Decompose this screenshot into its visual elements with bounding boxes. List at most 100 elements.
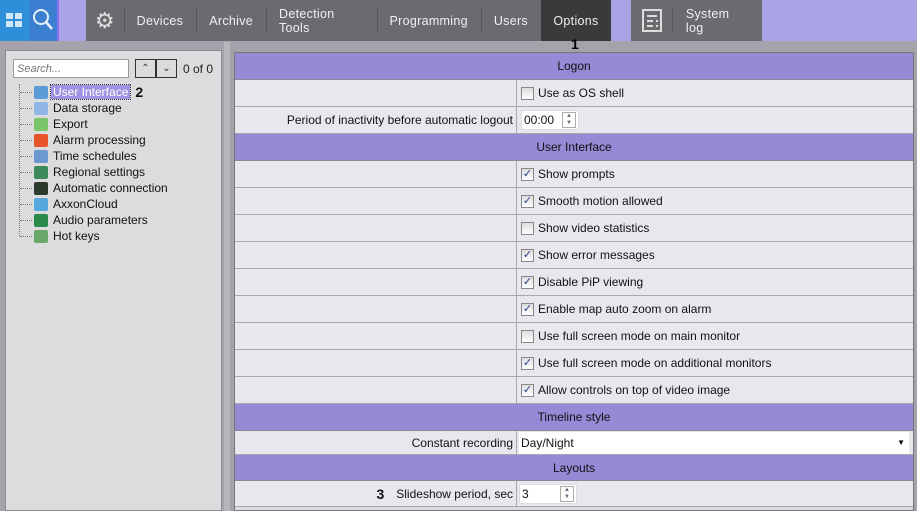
checkbox-box[interactable]: ✓ — [521, 302, 534, 316]
setting-row: ✓ Show error messages — [235, 242, 913, 269]
search-tile-button[interactable] — [29, 0, 57, 41]
checkbox-label: Use as OS shell — [538, 86, 625, 100]
setting-row: Constant recording Day/Night ▼ — [235, 431, 913, 455]
speaker-icon — [34, 213, 48, 227]
sidebar-item-label: Alarm processing — [53, 133, 146, 147]
settings-grid: Logon Use as OS shell Period of inactivi… — [234, 52, 914, 511]
checkbox-box[interactable] — [521, 329, 534, 343]
log-document-icon — [642, 9, 662, 32]
sidebar-item-alarm-processing[interactable]: Alarm processing — [20, 132, 170, 148]
setting-row: ✓ Disable PiP viewing — [235, 269, 913, 296]
checkbox-box[interactable]: ✓ — [521, 356, 534, 370]
sidebar-item-label: Automatic connection — [53, 181, 168, 195]
sidebar-item-audio-parameters[interactable]: Audio parameters — [20, 212, 170, 228]
sidebar-item-automatic-connection[interactable]: Automatic connection — [20, 180, 170, 196]
tab-programming[interactable]: Programming — [376, 0, 481, 41]
option-checkbox[interactable]: ✓ Smooth motion allowed — [517, 188, 913, 214]
checkbox-box[interactable]: ✓ — [521, 248, 534, 262]
options-sidebar: ⌃ ⌄ 0 of 0 User Interface2Data storageEx… — [5, 50, 222, 511]
checkbox-box[interactable] — [521, 86, 534, 100]
system-log-button[interactable]: System log — [631, 0, 762, 41]
setting-row: ✓ Allow controls on top of video image — [235, 377, 913, 404]
sidebar-item-data-storage[interactable]: Data storage — [20, 100, 170, 116]
search-archive-icon — [33, 9, 53, 30]
setting-row: ✓ Enable map auto zoom on alarm — [235, 296, 913, 323]
sidebar-item-label: User Interface — [49, 84, 132, 100]
setting-row: Period of inactivity before automatic lo… — [235, 107, 913, 134]
selected-value: Day/Night — [521, 435, 574, 450]
search-prev-button[interactable]: ⌃ — [135, 59, 156, 78]
checkbox-box[interactable]: ✓ — [521, 275, 534, 289]
slideshow-period-spinner[interactable]: 3 ▲ ▼ — [519, 483, 577, 504]
checkbox-label: Smooth motion allowed — [538, 194, 663, 208]
clock-icon — [34, 149, 48, 163]
checkbox-label: Show error messages — [538, 248, 655, 262]
option-checkbox[interactable]: ✓ Show prompts — [517, 161, 913, 187]
sidebar-item-label: Export — [53, 117, 88, 131]
grid-icon — [6, 13, 22, 27]
tab-options[interactable]: Options — [541, 0, 611, 41]
checkbox-label: Enable map auto zoom on alarm — [538, 302, 712, 316]
sidebar-item-regional-settings[interactable]: Regional settings — [20, 164, 170, 180]
options-tree: User Interface 2 Data storage Export Alarm p… — [19, 84, 170, 243]
windows-tile-button[interactable] — [0, 0, 29, 41]
option-checkbox[interactable]: ✓ Disable PiP viewing — [517, 269, 913, 295]
panel-splitter[interactable] — [224, 42, 230, 511]
section-header-layouts: Layouts — [235, 455, 913, 481]
option-checkbox[interactable]: Show video statistics — [517, 215, 913, 241]
setting-row: ✓ Use full screen mode on additional moni… — [235, 350, 913, 377]
setting-row: Use as OS shell — [235, 80, 913, 107]
checkbox-label: Disable PiP viewing — [538, 275, 644, 289]
dropdown-arrow-icon[interactable]: ▼ — [897, 438, 909, 447]
spinner-arrows-icon[interactable]: ▲ ▼ — [562, 112, 576, 128]
slideshow-period-value[interactable]: 3 — [520, 487, 560, 501]
sidebar-item-label: Regional settings — [53, 165, 146, 179]
checkbox-label: Show prompts — [538, 167, 615, 181]
use-as-os-shell-checkbox[interactable]: Use as OS shell — [517, 80, 913, 106]
export-icon — [34, 117, 48, 131]
sidebar-item-label: Hot keys — [53, 229, 100, 243]
option-checkbox[interactable]: ✓ Show error messages — [517, 242, 913, 268]
keyboard-icon — [34, 229, 48, 243]
option-checkbox[interactable]: ✓ Use full screen mode on additional moni… — [517, 350, 913, 376]
globe-icon — [34, 165, 48, 179]
inactivity-value[interactable]: 00:00 — [522, 113, 562, 127]
checkbox-label: Use full screen mode on additional monit… — [538, 356, 772, 370]
checkbox-label: Allow controls on top of video image — [538, 383, 731, 397]
setting-row: ✓ Smooth motion allowed — [235, 188, 913, 215]
storage-icon — [34, 101, 48, 115]
callout-marker-1: 1 — [571, 36, 579, 52]
sidebar-item-time-schedules[interactable]: Time schedules — [20, 148, 170, 164]
checkbox-box[interactable]: ✓ — [521, 383, 534, 397]
option-checkbox[interactable]: Use full screen mode on main monitor — [517, 323, 913, 349]
checkbox-box[interactable]: ✓ — [521, 167, 534, 181]
checkbox-label: Show video statistics — [538, 221, 650, 235]
gear-icon[interactable]: ⚙ — [86, 0, 124, 41]
spinner-arrows-icon[interactable]: ▲ ▼ — [560, 485, 574, 502]
callout-marker-2: 2 — [135, 84, 144, 100]
tab-users[interactable]: Users — [480, 0, 541, 41]
setting-row: Use full screen mode on main monitor — [235, 323, 913, 350]
main-nav: ⚙ Devices Archive Detection Tools Progra… — [86, 0, 611, 41]
sidebar-item-user-interface[interactable]: User Interface 2 — [20, 84, 170, 100]
sidebar-item-axxoncloud[interactable]: AxxonCloud — [20, 196, 170, 212]
inactivity-period-spinner[interactable]: 00:00 ▲ ▼ — [521, 110, 579, 130]
tab-devices[interactable]: Devices — [123, 0, 197, 41]
sidebar-item-hot-keys[interactable]: Hot keys — [20, 228, 170, 244]
sidebar-item-export[interactable]: Export — [20, 116, 170, 132]
tab-detection-tools[interactable]: Detection Tools — [266, 0, 377, 41]
sidebar-item-label: Data storage — [53, 101, 122, 115]
option-checkbox[interactable]: ✓ Enable map auto zoom on alarm — [517, 296, 913, 322]
option-checkbox[interactable]: ✓ Allow controls on top of video image — [517, 377, 913, 403]
search-next-button[interactable]: ⌄ — [156, 59, 177, 78]
sidebar-item-label: AxxonCloud — [53, 197, 118, 211]
checkbox-box[interactable] — [521, 221, 534, 235]
window-icon — [34, 85, 48, 99]
constant-recording-select[interactable]: Day/Night ▼ — [519, 431, 909, 454]
cloud-icon — [34, 197, 48, 211]
checkbox-box[interactable]: ✓ — [521, 194, 534, 208]
tab-archive[interactable]: Archive — [196, 0, 266, 41]
search-input[interactable] — [13, 59, 129, 78]
layout-tile[interactable] — [57, 0, 86, 41]
callout-marker-3: 3 — [376, 485, 385, 502]
